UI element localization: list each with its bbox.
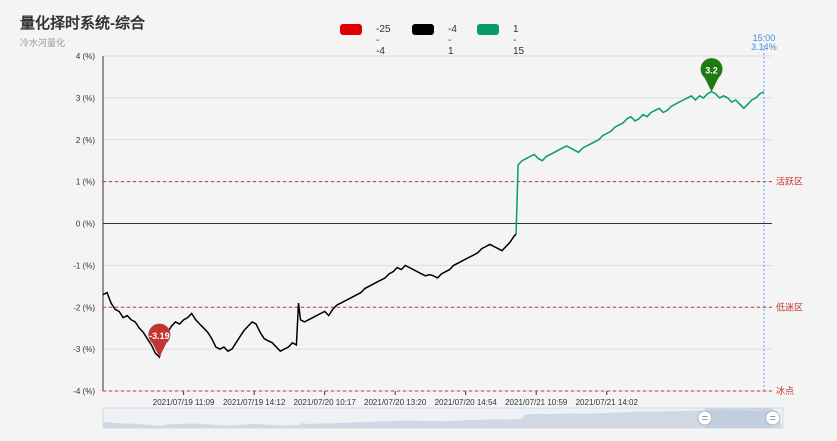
y-tick-label: 2 (%): [76, 136, 95, 145]
marker-pin-label: 3.2: [705, 66, 718, 76]
y-tick-label: 4 (%): [76, 52, 95, 61]
x-tick-label: 2021/07/20 14:54: [435, 398, 498, 407]
zoom-handle-knob: [765, 410, 781, 426]
x-tick-label: 2021/07/20 13:20: [364, 398, 427, 407]
y-tick-label: -1 (%): [73, 261, 95, 270]
marker-pin: 3.2: [700, 58, 723, 92]
series-lines: [102, 90, 765, 359]
threshold-label: 活跃区: [776, 176, 803, 187]
threshold-label: 冰点: [776, 385, 794, 396]
y-axis: -4 (%) -3 (%) -2 (%) -1 (%) 0 (%) 1 (%) 2 (%) 3…: [73, 52, 104, 396]
y-tick-label: 3 (%): [76, 94, 95, 103]
crosshair: 15:003.14%: [751, 33, 777, 391]
x-tick-label: 2021/07/19 11:09: [153, 398, 215, 407]
marker-pin: -3.19: [148, 323, 171, 358]
extreme-markers: -3.19 3.2: [148, 58, 723, 358]
threshold-label: 低迷区: [776, 301, 803, 312]
x-tick-label: 2021/07/20 10:17: [294, 398, 357, 407]
threshold-lines: 活跃区低迷区冰点: [103, 176, 803, 396]
zoom-handle-knob: [697, 410, 713, 426]
marker-pin-label: -3.19: [149, 331, 170, 341]
zoom-selection[interactable]: [704, 408, 773, 428]
zoom-handle[interactable]: [765, 410, 781, 426]
y-tick-label: 1 (%): [76, 178, 95, 187]
y-tick-label: -2 (%): [73, 303, 95, 312]
zoom-handle[interactable]: [697, 410, 713, 426]
x-tick-label: 2021/07/21 10:59: [505, 398, 568, 407]
x-tick-label: 2021/07/19 14:12: [223, 398, 286, 407]
datazoom-slider: [102, 407, 784, 429]
y-tick-label: -3 (%): [73, 345, 95, 354]
crosshair-value: 3.14%: [751, 42, 777, 52]
y-tick-label: -4 (%): [73, 387, 95, 396]
x-tick-label: 2021/07/21 14:02: [576, 398, 639, 407]
series-line: [515, 90, 765, 235]
x-axis: 2021/07/19 11:09 2021/07/19 14:12 2021/07/…: [153, 391, 639, 407]
y-tick-label: 0 (%): [76, 220, 95, 229]
line-chart: -4 (%) -3 (%) -2 (%) -1 (%) 0 (%) 1 (%) 2 (%) 3…: [73, 33, 803, 429]
